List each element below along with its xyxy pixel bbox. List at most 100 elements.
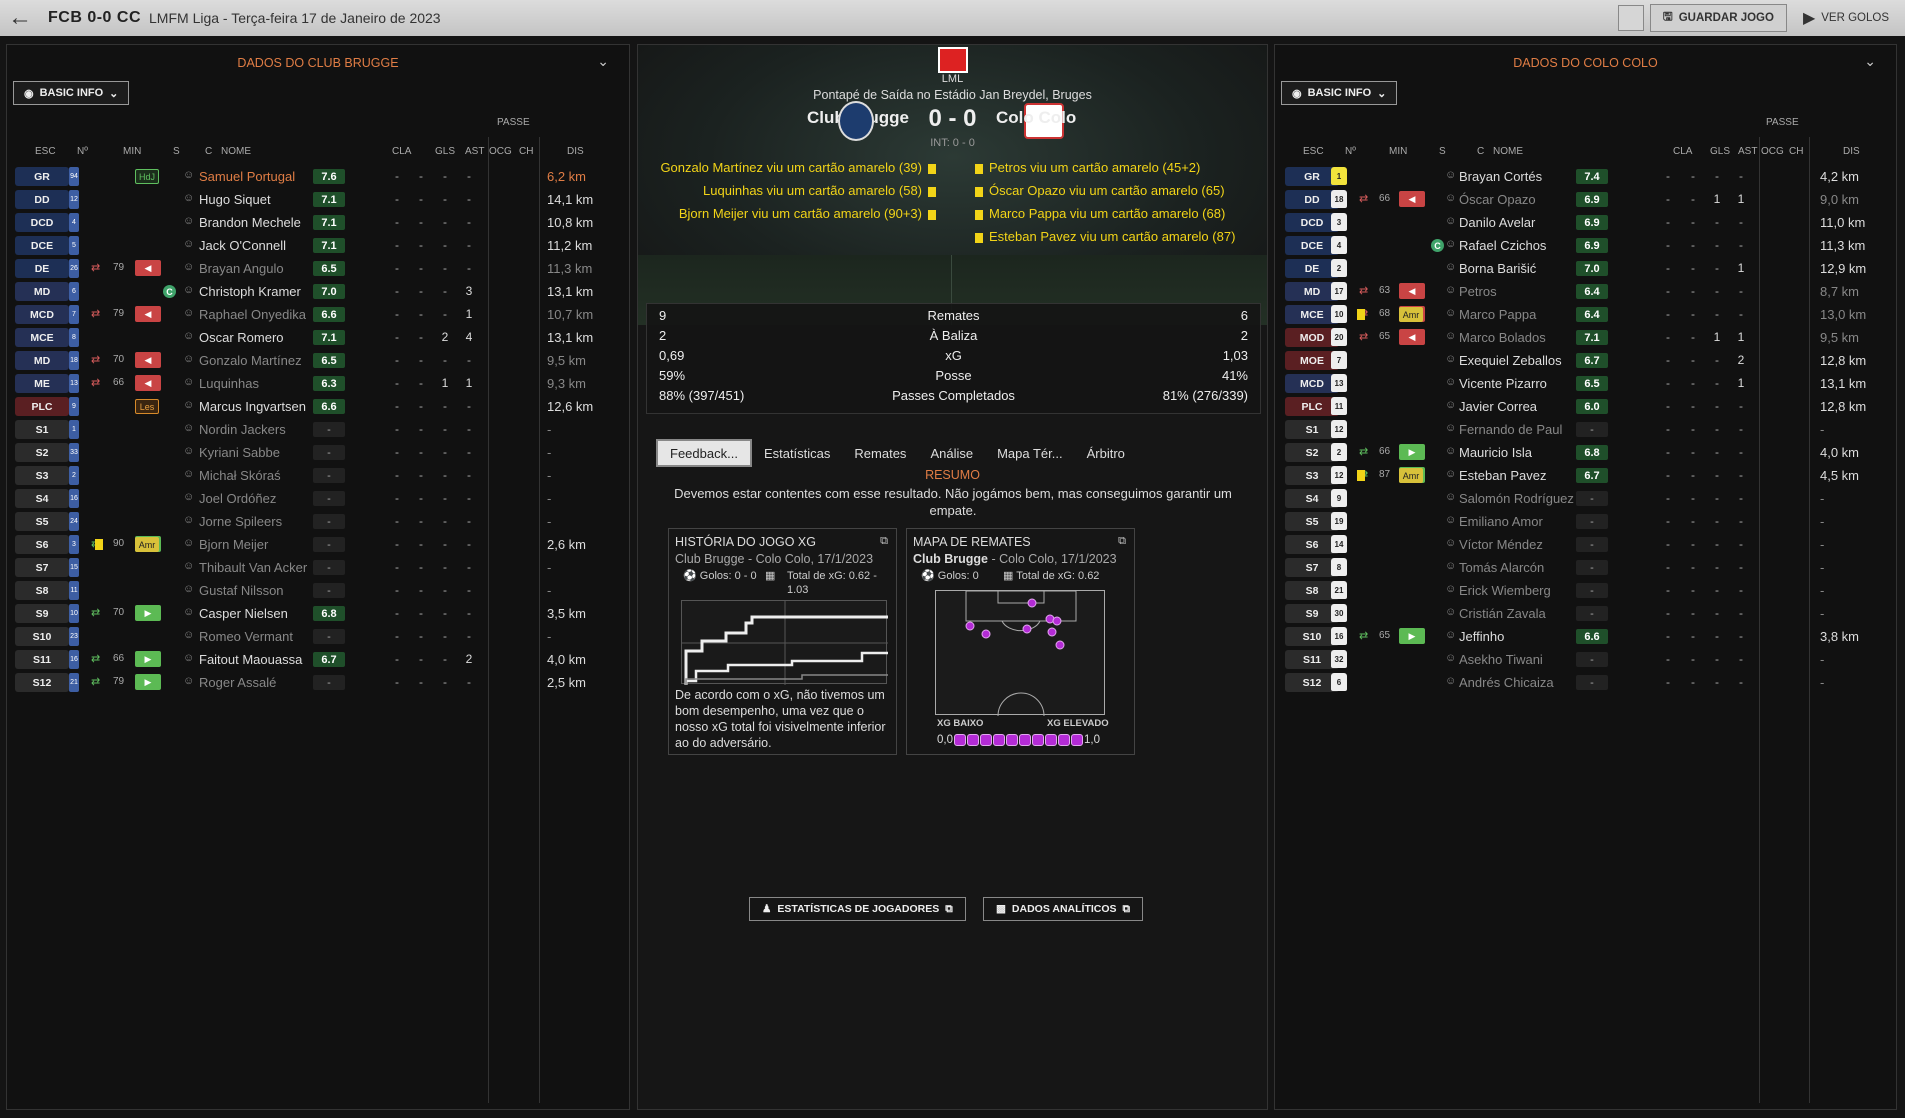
player-row[interactable]: S312⇄87▶Amr☺Esteban Pavez6.7----4,5 km: [1275, 464, 1896, 487]
player-name[interactable]: Kyriani Sabbe: [199, 445, 280, 460]
player-name[interactable]: Jeffinho: [1459, 629, 1504, 644]
player-row[interactable]: S11 16 ⇄ 66 ▶ ☺ Faitout Maouassa 6.7 - - - 2 4,0 km: [7, 648, 629, 671]
player-name[interactable]: Oscar Romero: [199, 330, 284, 345]
player-name[interactable]: Jorne Spileers: [199, 514, 282, 529]
tab-heat-map[interactable]: Mapa Tér...: [985, 439, 1075, 467]
tab-analysis[interactable]: Análise: [918, 439, 985, 467]
basic-info-dropdown[interactable]: ◉ BASIC INFO ⌄: [13, 81, 130, 105]
player-row[interactable]: S9 10 ⇄ 70 ▶ ☺ Casper Nielsen 6.8 - - - - 3,5 km: [7, 602, 629, 625]
player-row[interactable]: S5 19 ☺ Emiliano Amor - - - - - -: [1275, 510, 1896, 533]
save-game-button[interactable]: 🖫 GUARDAR JOGO: [1649, 4, 1787, 32]
tab-statistics[interactable]: Estatísticas: [752, 439, 842, 467]
player-name[interactable]: Luquinhas: [199, 376, 259, 391]
player-name[interactable]: Borna Barišić: [1459, 261, 1536, 276]
player-row[interactable]: S10 16 ⇄ 65 ▶ ☺ Jeffinho 6.6- - - -3,8 km: [1275, 625, 1896, 648]
player-row[interactable]: S2 2 ⇄ 66 ▶ ☺ Mauricio Isla 6.8- - - -4,0 km: [1275, 441, 1896, 464]
player-name[interactable]: Danilo Avelar: [1459, 215, 1535, 230]
player-name[interactable]: Óscar Opazo: [1459, 192, 1536, 207]
player-name[interactable]: Vicente Pizarro: [1459, 376, 1547, 391]
player-name[interactable]: Petros: [1459, 284, 1497, 299]
player-name[interactable]: Mauricio Isla: [1459, 445, 1532, 460]
player-name[interactable]: Faitout Maouassa: [199, 652, 302, 667]
player-name[interactable]: Tomás Alarcón: [1459, 560, 1544, 575]
player-row[interactable]: S11 32 ☺ Asekho Tiwani - - - - - -: [1275, 648, 1896, 671]
player-row[interactable]: S12 6 ☺ Andrés Chicaiza - - - - - -: [1275, 671, 1896, 694]
player-row[interactable]: MD 6 C ☺ Christoph Kramer 7.0 - - - 3 13,1 km: [7, 280, 629, 303]
tab-referee[interactable]: Árbitro: [1075, 439, 1137, 467]
player-name[interactable]: Víctor Méndez: [1459, 537, 1543, 552]
player-row[interactable]: DD 12 ☺ Hugo Siquet 7.1 - - - - 14,1 km: [7, 188, 629, 211]
player-name[interactable]: Salomón Rodríguez: [1459, 491, 1574, 506]
player-name[interactable]: Rafael Czichos: [1459, 238, 1546, 253]
player-name[interactable]: Casper Nielsen: [199, 606, 288, 621]
player-name[interactable]: Esteban Pavez: [1459, 468, 1546, 483]
player-row[interactable]: S7 8 ☺ Tomás Alarcón - - - - - -: [1275, 556, 1896, 579]
player-name[interactable]: Nordin Jackers: [199, 422, 286, 437]
player-row[interactable]: S3 2 ☺ Michał Skóraś - - - - - -: [7, 464, 629, 487]
player-row[interactable]: MD 18 ⇄ 70 ◀ ☺ Gonzalo Martínez 6.5 - - - - 9,5 km: [7, 349, 629, 372]
player-row[interactable]: MCE10⇄68◀Amr☺Marco Pappa6.4----13,0 km: [1275, 303, 1896, 326]
expand-icon[interactable]: ⧉: [1118, 535, 1126, 548]
player-row[interactable]: S63⇄90▶Amr☺Bjorn Meijer-----2,6 km: [7, 533, 629, 556]
player-name[interactable]: Christoph Kramer: [199, 284, 301, 299]
player-row[interactable]: PLC 11 ☺ Javier Correa 6.0- - - -12,8 km: [1275, 395, 1896, 418]
player-name[interactable]: Hugo Siquet: [199, 192, 271, 207]
player-row[interactable]: DCE 4 C ☺ Rafael Czichos 6.9- - - -11,3 km: [1275, 234, 1896, 257]
player-name[interactable]: Jack O'Connell: [199, 238, 286, 253]
player-name[interactable]: Marcus Ingvartsen: [199, 399, 306, 414]
view-goals-button[interactable]: ▶ VER GOLOS: [1793, 4, 1905, 32]
player-stats-button[interactable]: ♟ ESTATÍSTICAS DE JOGADORES ⧉: [749, 897, 966, 921]
player-row[interactable]: DD 18 ⇄ 66 ◀ ☺ Óscar Opazo 6.9- -1 1 9,0 km: [1275, 188, 1896, 211]
player-name[interactable]: Fernando de Paul: [1459, 422, 1562, 437]
player-name[interactable]: Javier Correa: [1459, 399, 1537, 414]
player-row[interactable]: DCD 4 ☺ Brandon Mechele 7.1 - - - - 10,8 km: [7, 211, 629, 234]
player-row[interactable]: MCD 7 ⇄ 79 ◀ ☺ Raphael Onyedika 6.6 - - - 1 10,7 km: [7, 303, 629, 326]
player-row[interactable]: DE 26 ⇄ 79 ◀ ☺ Brayan Angulo 6.5 - - - - 11,3 km: [7, 257, 629, 280]
player-row[interactable]: DE 2 ☺ Borna Barišić 7.0- - -1 12,9 km: [1275, 257, 1896, 280]
player-name[interactable]: Thibault Van Acker: [199, 560, 307, 575]
player-row[interactable]: S4 16 ☺ Joel Ordóñez - - - - - -: [7, 487, 629, 510]
square-button[interactable]: [1617, 5, 1644, 31]
player-row[interactable]: S4 9 ☺ Salomón Rodríguez - - - - - -: [1275, 487, 1896, 510]
player-name[interactable]: Brayan Cortés: [1459, 169, 1542, 184]
player-row[interactable]: S10 23 ☺ Romeo Vermant - - - - - -: [7, 625, 629, 648]
tab-feedback[interactable]: Feedback...: [656, 439, 752, 467]
player-name[interactable]: Romeo Vermant: [199, 629, 293, 644]
chevron-down-icon[interactable]: ⌄: [1864, 53, 1876, 70]
player-row[interactable]: S1 12 ☺ Fernando de Paul - - - - - -: [1275, 418, 1896, 441]
player-name[interactable]: Erick Wiemberg: [1459, 583, 1551, 598]
away-team-name[interactable]: Colo Colo: [996, 108, 1076, 128]
player-name[interactable]: Emiliano Amor: [1459, 514, 1543, 529]
tab-shots[interactable]: Remates: [842, 439, 918, 467]
player-name[interactable]: Brandon Mechele: [199, 215, 301, 230]
player-row[interactable]: MOE 7 ☺ Exequiel Zeballos 6.7- - -2 12,8 km: [1275, 349, 1896, 372]
player-row[interactable]: DCD 3 ☺ Danilo Avelar 6.9- - - -11,0 km: [1275, 211, 1896, 234]
player-row[interactable]: MCE 8 ☺ Oscar Romero 7.1 - - 2 4 13,1 km: [7, 326, 629, 349]
player-row[interactable]: S8 21 ☺ Erick Wiemberg - - - - - -: [1275, 579, 1896, 602]
player-name[interactable]: Brayan Angulo: [199, 261, 284, 276]
player-row[interactable]: MOD 20 ⇄ 65 ◀ ☺ Marco Bolados 7.1- -1 1 9,5 km: [1275, 326, 1896, 349]
player-name[interactable]: Exequiel Zeballos: [1459, 353, 1562, 368]
player-row[interactable]: S6 14 ☺ Víctor Méndez - - - - - -: [1275, 533, 1896, 556]
basic-info-dropdown[interactable]: ◉ BASIC INFO ⌄: [1281, 81, 1398, 105]
player-row[interactable]: S12 21 ⇄ 79 ▶ ☺ Roger Assalé - - - - - 2,5 km: [7, 671, 629, 694]
shot-map-card[interactable]: MAPA DE REMATES ⧉ Club Brugge - Colo Col…: [906, 528, 1135, 755]
player-row[interactable]: GR 1 ☺ Brayan Cortés 7.4- - - -4,2 km: [1275, 165, 1896, 188]
player-name[interactable]: Andrés Chicaiza: [1459, 675, 1554, 690]
player-name[interactable]: Joel Ordóñez: [199, 491, 276, 506]
player-name[interactable]: Roger Assalé: [199, 675, 276, 690]
player-name[interactable]: Marco Pappa: [1459, 307, 1536, 322]
player-row[interactable]: S2 33 ☺ Kyriani Sabbe - - - - - -: [7, 441, 629, 464]
player-row[interactable]: DCE 5 ☺ Jack O'Connell 7.1 - - - - 11,2 km: [7, 234, 629, 257]
player-name[interactable]: Gonzalo Martínez: [199, 353, 302, 368]
chevron-down-icon[interactable]: ⌄: [597, 53, 609, 70]
player-name[interactable]: Marco Bolados: [1459, 330, 1546, 345]
player-row[interactable]: S8 11 ☺ Gustaf Nilsson - - - - - -: [7, 579, 629, 602]
player-name[interactable]: Bjorn Meijer: [199, 537, 268, 552]
player-row[interactable]: MD 17 ⇄ 63 ◀ ☺ Petros 6.4- - - -8,7 km: [1275, 280, 1896, 303]
player-row[interactable]: ME 13 ⇄ 66 ◀ ☺ Luquinhas 6.3 - - 1 1 9,3 km: [7, 372, 629, 395]
player-row[interactable]: MCD 13 ☺ Vicente Pizarro 6.5- - -1 13,1 km: [1275, 372, 1896, 395]
expand-icon[interactable]: ⧉: [880, 535, 888, 548]
player-name[interactable]: Asekho Tiwani: [1459, 652, 1543, 667]
analytics-button[interactable]: ▩ DADOS ANALÍTICOS ⧉: [983, 897, 1144, 921]
